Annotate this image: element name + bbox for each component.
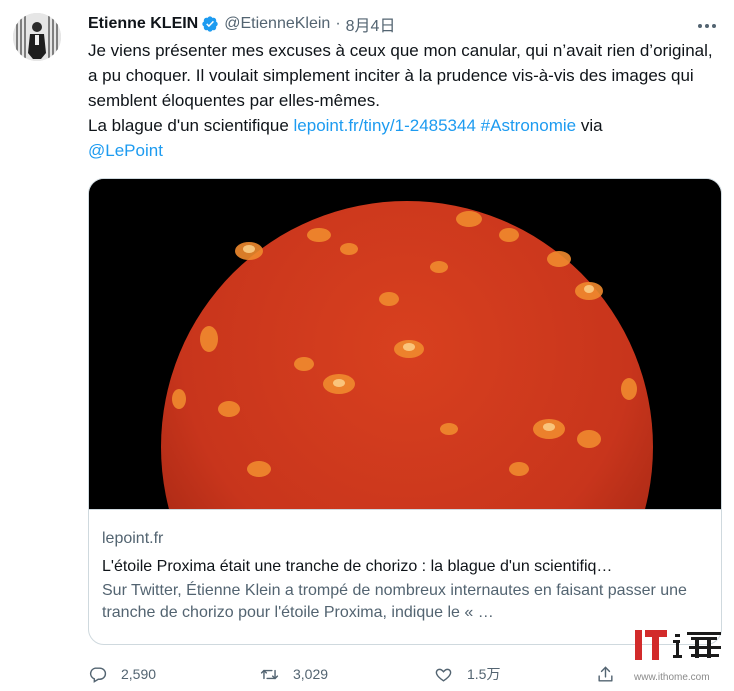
author-handle[interactable]: @EtienneKlein <box>224 15 330 33</box>
card-description: Sur Twitter, Étienne Klein a trompé de n… <box>102 582 687 621</box>
reply-icon <box>89 666 107 683</box>
card-body[interactable]: lepoint.fr L'étoile Proxima était une tr… <box>89 509 721 644</box>
ithome-logo <box>635 630 721 660</box>
tweet-text-via: via <box>576 116 603 135</box>
reply-button[interactable]: 2,590 <box>88 662 156 686</box>
card-domain: lepoint.fr <box>102 530 164 547</box>
share-button[interactable] <box>596 662 615 686</box>
tweet-text-paragraph: Je viens présenter mes excuses à ceux qu… <box>88 41 713 110</box>
card-image[interactable] <box>89 179 721 644</box>
mention-link[interactable]: @LePoint <box>88 141 163 160</box>
retweet-icon <box>260 669 279 679</box>
reply-count: 2,590 <box>121 666 157 682</box>
tweet-link[interactable]: lepoint.fr/tiny/1-2485344 <box>294 116 476 135</box>
hashtag-link[interactable]: #Astronomie <box>481 116 576 135</box>
like-button[interactable]: 1.5万 <box>434 662 500 686</box>
chorizo-image <box>89 179 721 644</box>
tweet-text-paragraph-3: @LePoint <box>88 138 718 163</box>
more-icon[interactable] <box>696 17 720 33</box>
tweet-date[interactable]: 8月4日 <box>346 12 396 36</box>
link-preview-card[interactable]: lepoint.fr L'étoile Proxima était une tr… <box>88 178 722 645</box>
avatar-image <box>13 13 61 61</box>
author-avatar[interactable] <box>13 13 61 61</box>
watermark-url: www.ithome.com <box>634 672 710 683</box>
retweet-count: 3,029 <box>293 666 329 682</box>
tweet-text: Je viens présenter mes excuses à ceux qu… <box>88 38 718 163</box>
tweet-text-prefix: La blague d'un scientifique <box>88 116 294 135</box>
author-name[interactable]: Etienne KLEIN <box>88 15 198 33</box>
tweet-text-paragraph-2: La blague d'un scientifique lepoint.fr/t… <box>88 113 718 138</box>
like-icon <box>435 668 452 682</box>
separator-dot: · <box>335 15 341 32</box>
card-title: L'étoile Proxima était une tranche de ch… <box>102 558 613 575</box>
tweet-actions: 2,590 3,029 1.5万 <box>88 662 718 686</box>
verified-badge-icon <box>202 16 218 32</box>
tweet-header: Etienne KLEIN @EtienneKlein · 8月4日 <box>88 13 694 35</box>
retweet-button[interactable]: 3,029 <box>260 662 328 686</box>
like-count: 1.5万 <box>467 666 501 682</box>
share-icon <box>598 666 613 682</box>
